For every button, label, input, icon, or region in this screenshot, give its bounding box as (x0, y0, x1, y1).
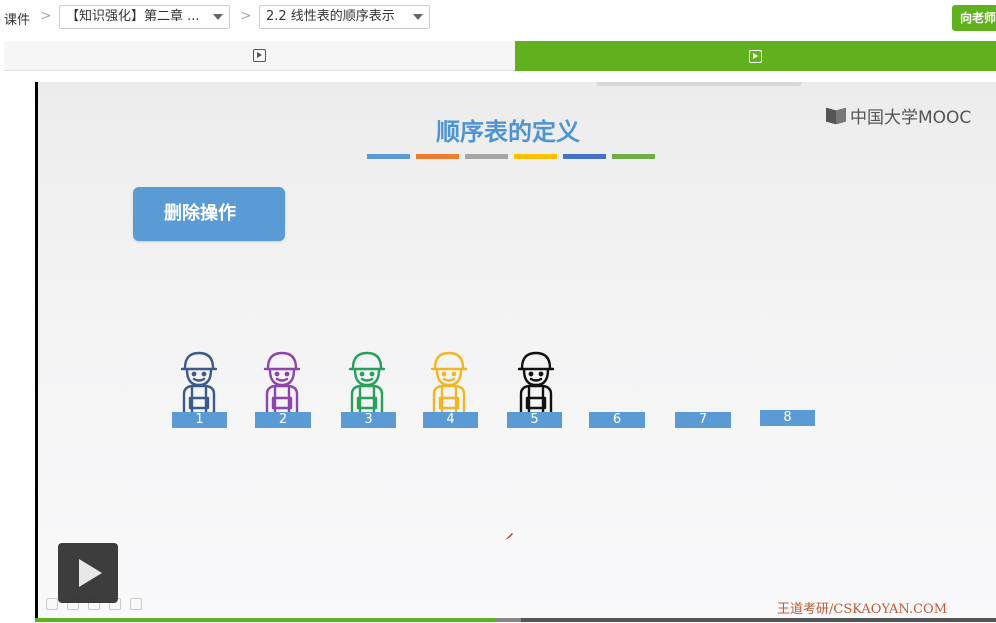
color-bar (514, 154, 557, 159)
course-select-value: 【知识强化】第二章 ... (66, 9, 200, 24)
array-slot: 6 (589, 412, 645, 428)
color-bar (367, 154, 410, 159)
slide-title: 顺序表的定义 (436, 118, 580, 146)
array-slot: 1 (172, 412, 227, 428)
pen-cursor-icon (505, 533, 513, 540)
brand-watermark: 王道考研/CSKAOYAN.COM (777, 602, 948, 617)
operation-label-box: 删除操作 (133, 187, 285, 241)
slide-top-shadow (596, 82, 802, 86)
array-slot: 4 (423, 412, 478, 428)
caret-down-icon (213, 14, 223, 20)
progress-buffer (496, 618, 522, 622)
array-slot: 3 (341, 412, 396, 428)
array-slot: 5 (507, 412, 562, 428)
course-player-page: 课件 > 【知识强化】第二章 ... > 2.2 线性表的顺序表示 向老师 中国… (0, 0, 996, 623)
tab-video-2[interactable] (515, 41, 996, 71)
mooc-logo: 中国大学MOOC (826, 104, 972, 128)
pen-icon[interactable] (46, 598, 58, 610)
array-slot: 2 (255, 412, 311, 428)
slide-frame: 中国大学MOOC 顺序表的定义 删除操作 1 2 3 4 5 6 7 8 王道考研/CSKAO… (38, 82, 996, 618)
person-icon (180, 351, 218, 414)
color-bar (465, 154, 508, 159)
array-slot: 8 (760, 410, 815, 426)
course-select[interactable]: 【知识强化】第二章 ... (59, 5, 230, 29)
person-icon (348, 351, 386, 414)
media-tabs (4, 41, 996, 71)
person-icon (430, 351, 468, 414)
person-icon (263, 351, 301, 414)
ask-teacher-button[interactable]: 向老师 (952, 5, 996, 31)
lesson-select-value: 2.2 线性表的顺序表示 (266, 9, 395, 24)
chevron-right-icon: > (240, 8, 252, 24)
color-bar (416, 154, 459, 159)
open-book-icon (826, 107, 848, 123)
lesson-select[interactable]: 2.2 线性表的顺序表示 (259, 5, 430, 29)
pointer-icon[interactable] (130, 598, 142, 610)
progress-bar[interactable] (35, 618, 996, 622)
video-player[interactable]: 中国大学MOOC 顺序表的定义 删除操作 1 2 3 4 5 6 7 8 王道考研/CSKAO… (35, 82, 996, 622)
breadcrumb: 课件 > 【知识强化】第二章 ... > 2.2 线性表的顺序表示 向老师 (0, 0, 996, 36)
play-square-icon (253, 49, 266, 62)
progress-fill (35, 618, 497, 622)
logo-text: 中国大学MOOC (850, 107, 972, 128)
color-bar (563, 154, 606, 159)
person-icon (517, 351, 555, 414)
play-square-icon (749, 49, 762, 63)
tab-video-1[interactable] (4, 41, 515, 71)
array-slot: 7 (675, 412, 731, 428)
breadcrumb-root[interactable]: 课件 (4, 9, 30, 28)
play-button[interactable] (58, 543, 118, 603)
color-bar (612, 154, 655, 159)
chevron-right-icon: > (40, 8, 52, 24)
caret-down-icon (413, 14, 423, 20)
